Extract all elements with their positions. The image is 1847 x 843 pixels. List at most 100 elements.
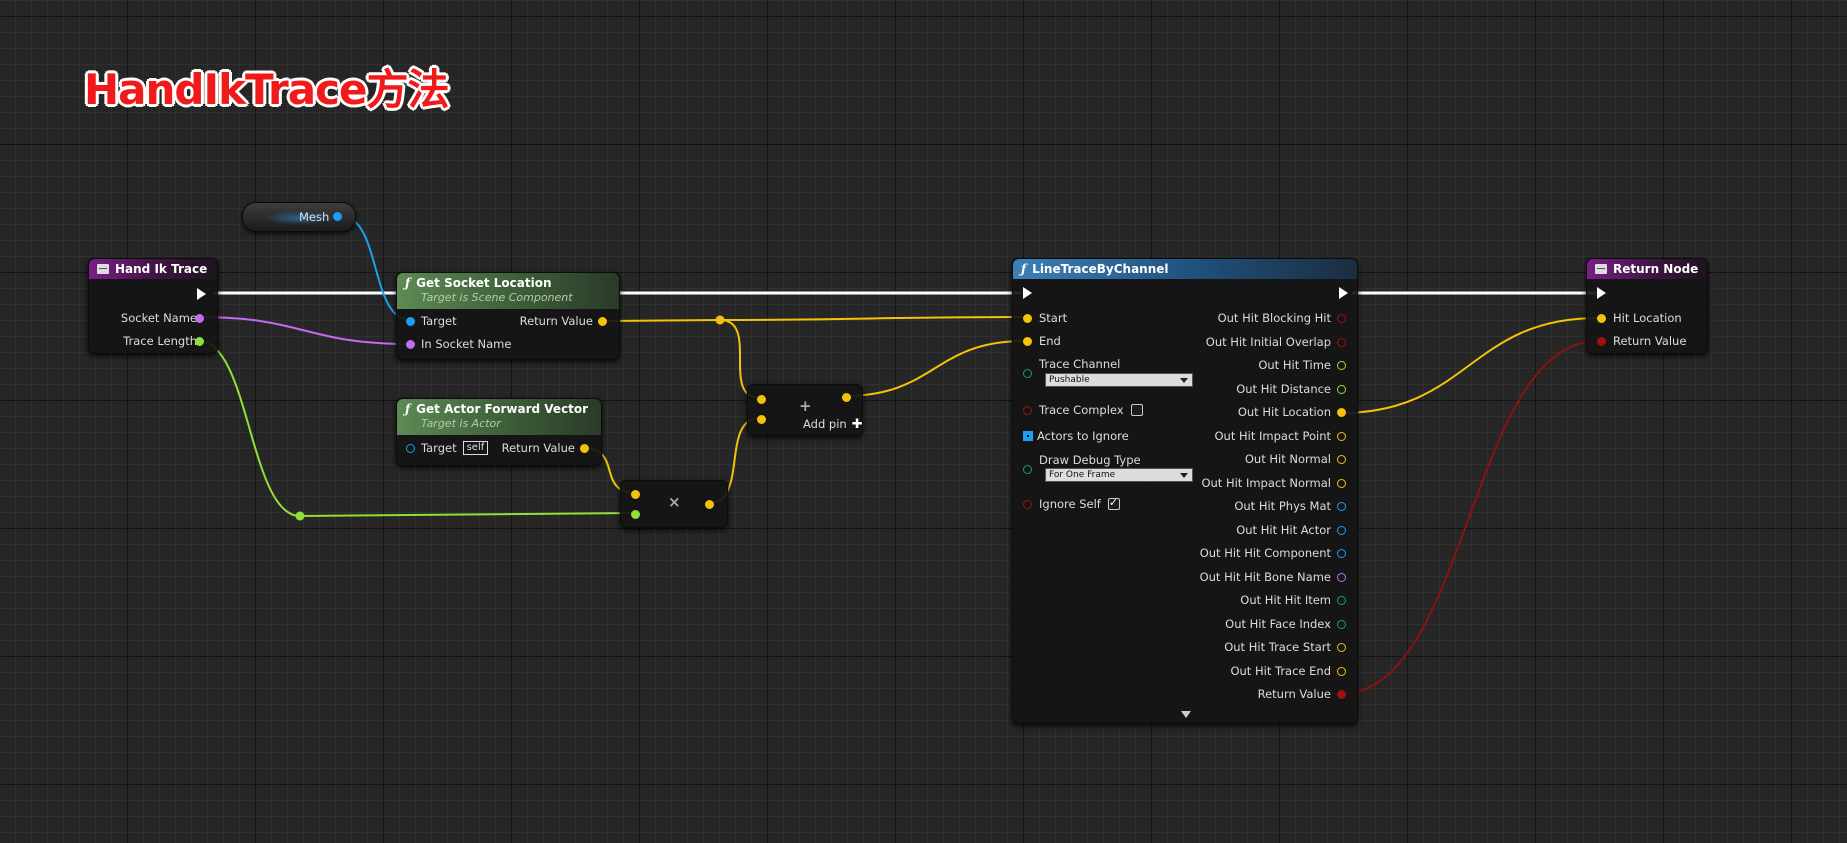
trace-output-label: Out Hit Normal xyxy=(1244,452,1331,466)
trace-output-pin[interactable] xyxy=(1337,361,1346,370)
trace-length-reroute-knot[interactable] xyxy=(295,511,305,521)
actors-to-ignore-array-icon[interactable] xyxy=(1023,431,1033,441)
socket-return-value-label: Return Value xyxy=(519,314,593,328)
add-output-pin[interactable] xyxy=(842,393,851,402)
mesh-output-pin[interactable] xyxy=(333,212,342,221)
start-wire xyxy=(719,316,1025,321)
draw-debug-type-dropdown[interactable]: For One Frame xyxy=(1045,468,1193,482)
draw-debug-type-label: Draw Debug Type xyxy=(1039,453,1141,467)
forward-target-label: Target xyxy=(421,441,457,455)
ignore-self-row: Ignore Self xyxy=(1039,496,1120,512)
trace-output-label: Out Hit Distance xyxy=(1236,381,1331,396)
trace-output-pin[interactable] xyxy=(1337,549,1346,558)
chevron-down-icon xyxy=(1180,473,1188,478)
multiply-input-a-pin[interactable] xyxy=(631,490,640,499)
forward-return-value-label: Return Value xyxy=(501,441,575,455)
socket-return-value-output-pin[interactable] xyxy=(598,317,607,326)
trace-output-pin[interactable] xyxy=(1337,572,1346,582)
get-socket-location-header[interactable]: ƒ Get Socket Location Target is Scene Com… xyxy=(397,273,619,309)
trace-output-label: Out Hit Phys Mat xyxy=(1234,499,1331,513)
trace-output-label: Out Hit Face Index xyxy=(1225,616,1331,631)
get-socket-location-node[interactable]: ƒ Get Socket Location Target is Scene Com… xyxy=(396,272,620,360)
function-icon: ƒ xyxy=(405,402,411,416)
trace-output-pin[interactable] xyxy=(1337,502,1346,511)
trace-output-label: Out Hit Location xyxy=(1237,405,1331,419)
trace-output-pin[interactable] xyxy=(1337,314,1346,323)
socket-name-label: Socket Name xyxy=(120,311,197,325)
trace-length-pin-row: Trace Length xyxy=(123,333,197,349)
forward-target-self-default[interactable]: self xyxy=(462,441,489,455)
trace-channel-input-pin[interactable] xyxy=(1023,369,1032,378)
line-trace-title: LineTraceByChannel xyxy=(1032,262,1169,276)
return-value-label: Return Value xyxy=(1613,334,1687,348)
multiply-node[interactable]: × xyxy=(620,480,728,528)
line-trace-exec-in-pin[interactable] xyxy=(1023,287,1032,299)
hand-ik-trace-node[interactable]: Hand Ik Trace Socket Name Trace Length xyxy=(88,258,218,354)
trace-output-pin[interactable] xyxy=(1337,666,1346,676)
end-input-pin[interactable] xyxy=(1023,337,1032,346)
start-input-pin[interactable] xyxy=(1023,314,1032,323)
trace-output-pin[interactable] xyxy=(1337,596,1346,605)
trace-channel-value: Pushable xyxy=(1049,375,1090,385)
line-trace-exec-out-pin[interactable] xyxy=(1339,287,1348,299)
multiply-input-b-pin[interactable] xyxy=(631,510,640,519)
add-symbol: + xyxy=(799,397,812,415)
socket-name-output-pin[interactable] xyxy=(195,314,204,323)
trace-output-pin[interactable] xyxy=(1337,690,1346,699)
return-node[interactable]: Return Node Hit Location Return Value xyxy=(1586,258,1708,354)
mesh-variable-node[interactable]: Mesh xyxy=(242,202,356,232)
forward-return-value-output-pin[interactable] xyxy=(580,444,589,453)
in-socket-name-label: In Socket Name xyxy=(421,337,512,351)
return-node-header[interactable]: Return Node xyxy=(1587,259,1707,279)
add-input-a-pin[interactable] xyxy=(757,395,766,404)
ignore-self-label: Ignore Self xyxy=(1039,497,1101,511)
trace-output-pin[interactable] xyxy=(1337,455,1346,464)
trace-channel-dropdown[interactable]: Pushable xyxy=(1045,373,1193,387)
get-actor-forward-vector-node[interactable]: ƒ Get Actor Forward Vector Target is Acto… xyxy=(396,398,602,466)
line-trace-by-channel-node[interactable]: ƒ LineTraceByChannel Start End Trace Cha… xyxy=(1012,258,1358,724)
get-actor-forward-vector-header[interactable]: ƒ Get Actor Forward Vector Target is Acto… xyxy=(397,399,601,435)
add-node[interactable]: + Add pin ✚ xyxy=(747,384,863,436)
trace-output-pin[interactable] xyxy=(1337,431,1346,441)
trace-output-label: Out Hit Hit Component xyxy=(1199,546,1331,560)
trace-output-pin[interactable] xyxy=(1337,384,1346,394)
ignore-self-checkbox[interactable] xyxy=(1107,496,1120,510)
trace-output-pin[interactable] xyxy=(1337,478,1346,488)
trace-output-label: Out Hit Blocking Hit xyxy=(1217,311,1331,325)
trace-complex-checkbox[interactable] xyxy=(1130,404,1143,416)
actors-to-ignore-label: Actors to Ignore xyxy=(1037,429,1129,443)
socket-name-pin-row: Socket Name xyxy=(121,310,197,326)
trace-length-output-pin[interactable] xyxy=(195,337,204,346)
trace-output-label: Out Hit Hit Actor xyxy=(1236,522,1331,537)
forward-target-input-pin[interactable] xyxy=(406,444,415,453)
multiply-output-pin[interactable] xyxy=(705,500,714,509)
ignore-self-input-pin[interactable] xyxy=(1023,500,1032,509)
line-trace-header[interactable]: ƒ LineTraceByChannel xyxy=(1013,259,1357,279)
add-input-b-pin[interactable] xyxy=(757,415,766,424)
socket-target-input-pin[interactable] xyxy=(406,317,415,326)
end-wire xyxy=(844,340,1025,397)
trace-output-pin[interactable] xyxy=(1337,619,1346,629)
trace-output-pin[interactable] xyxy=(1337,525,1346,535)
trace-length-wire xyxy=(198,340,301,517)
return-value-input-pin[interactable] xyxy=(1597,337,1606,346)
hand-ik-trace-header[interactable]: Hand Ik Trace xyxy=(89,259,217,279)
trace-channel-label: Trace Channel xyxy=(1039,357,1121,371)
return-exec-in-pin[interactable] xyxy=(1597,287,1606,299)
return-value-wire xyxy=(1339,340,1599,695)
in-socket-name-input-pin[interactable] xyxy=(406,340,415,349)
draw-debug-type-input-pin[interactable] xyxy=(1023,465,1032,474)
hit-location-input-pin[interactable] xyxy=(1597,314,1606,323)
trace-output-pin[interactable] xyxy=(1337,337,1346,347)
trace-complex-input-pin[interactable] xyxy=(1023,406,1032,415)
trace-output-pin[interactable] xyxy=(1337,643,1346,652)
mesh-variable-label: Mesh xyxy=(299,210,330,224)
get-socket-location-title: Get Socket Location xyxy=(416,276,552,290)
hand-ik-trace-exec-out-pin[interactable] xyxy=(197,288,206,300)
add-pin-plus-icon: ✚ xyxy=(851,416,863,432)
add-pin-button[interactable]: Add pin ✚ xyxy=(803,416,863,432)
trace-output-label: Out Hit Trace End xyxy=(1230,663,1331,678)
trace-output-pin[interactable] xyxy=(1337,408,1346,417)
expand-arrow-icon[interactable] xyxy=(1181,711,1191,718)
trace-complex-label: Trace Complex xyxy=(1039,403,1124,417)
